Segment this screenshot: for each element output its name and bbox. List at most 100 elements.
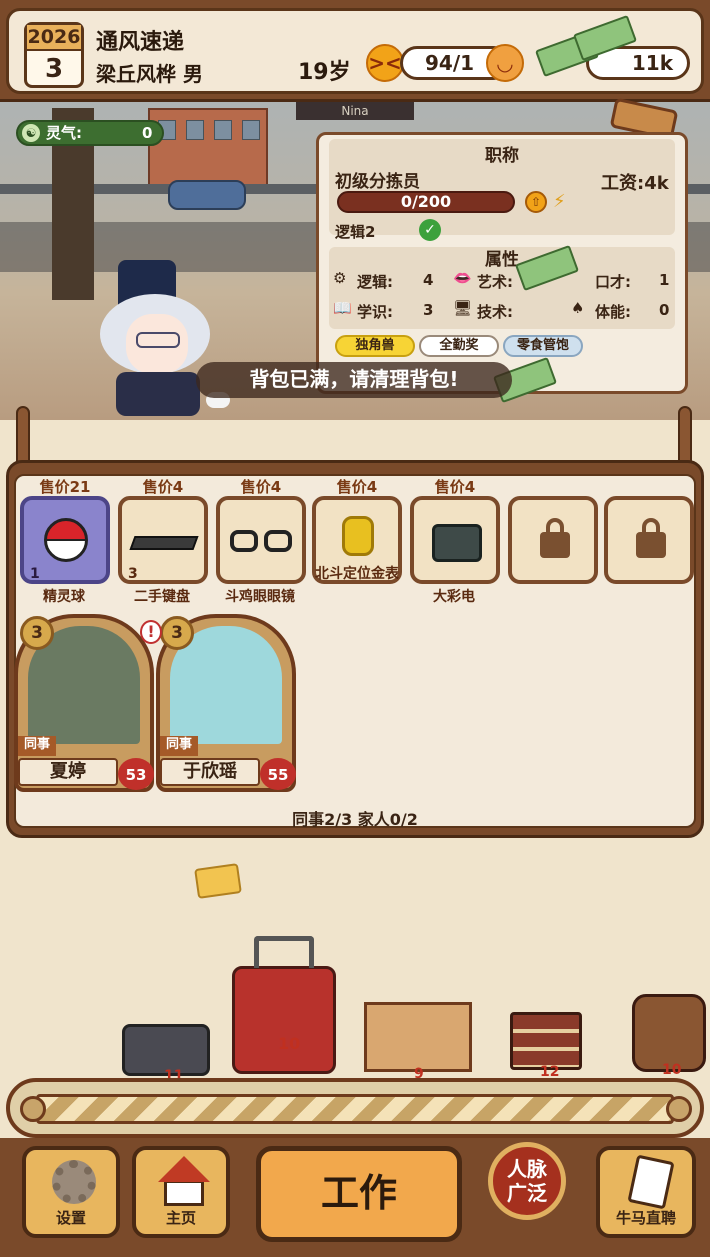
job-section-title: 职称 xyxy=(485,146,519,166)
home-label: 主页 xyxy=(165,1209,196,1227)
job-name: 初级分拣员 xyxy=(335,172,420,192)
attr-art-label: 艺术: xyxy=(477,273,513,291)
inventory-slot-glasses[interactable] xyxy=(216,496,306,584)
inventory-slot-keyboard[interactable]: 3 xyxy=(118,496,208,584)
slot-price: 售价4 xyxy=(434,478,476,496)
heart-icon: 55 xyxy=(260,758,296,790)
clipboard-icon xyxy=(627,1154,675,1210)
slot-price: 售价4 xyxy=(336,478,378,496)
promotion-progress-bar: 0/200 xyxy=(337,191,515,213)
suitcase-handle xyxy=(254,936,314,968)
slot-name: 北斗定位金表 xyxy=(315,566,399,582)
luggage-count: 10 xyxy=(662,1062,682,1078)
glasses-icon xyxy=(136,332,180,348)
mood-value: 94/1 xyxy=(425,51,475,75)
network-label-1: 人脉 xyxy=(507,1157,547,1181)
colleague-level: 3 xyxy=(20,616,54,650)
player-age: 19岁 xyxy=(298,60,351,85)
inventory-slot-locked[interactable] xyxy=(508,496,598,584)
money-value: 11k xyxy=(631,51,673,75)
yin-yang-icon: ☯ xyxy=(22,124,40,142)
window xyxy=(242,120,260,140)
glasses-icon xyxy=(230,530,258,552)
network-label-2: 广泛 xyxy=(507,1181,547,1205)
conveyor-roller xyxy=(666,1096,692,1122)
attr-knowledge-value: 3 xyxy=(423,301,434,319)
gear-icon xyxy=(52,1160,96,1204)
inventory-slot-tv[interactable] xyxy=(410,496,500,584)
books-icon[interactable] xyxy=(510,1012,582,1070)
house-icon xyxy=(164,1180,204,1206)
attr-knowledge-label: 学识: xyxy=(357,303,393,321)
conveyor-roller xyxy=(20,1096,46,1122)
attr-stamina-icon: ♠ xyxy=(571,299,585,317)
colleague-name: 夏婷 xyxy=(18,758,118,786)
slot-price: 售价4 xyxy=(142,478,184,496)
calendar-year: 2026 xyxy=(27,25,81,51)
affinity-value: 53 xyxy=(125,766,147,784)
calendar-month: 3 xyxy=(44,54,64,84)
hire-button[interactable]: 牛马直聘 xyxy=(596,1146,696,1238)
slot-price: 售价4 xyxy=(240,478,282,496)
car xyxy=(168,180,246,210)
affinity-value: 55 xyxy=(267,766,289,784)
slot-name: 大彩电 xyxy=(433,589,475,605)
attr-art-icon: 👄 xyxy=(453,269,472,287)
perk-tag-unicorn[interactable]: 独角兽 xyxy=(335,335,415,357)
perk-tag-snacks[interactable]: 零食管饱 xyxy=(503,335,583,357)
attr-logic-value: 4 xyxy=(423,271,434,289)
folder-icon[interactable] xyxy=(194,863,242,899)
calendar: 2026 3 xyxy=(24,22,84,88)
home-button[interactable]: 主页 xyxy=(132,1146,230,1238)
attr-speech-value: 1 xyxy=(659,271,670,289)
salary: 工资:4k xyxy=(601,173,669,194)
window xyxy=(214,120,232,140)
keyboard-icon xyxy=(129,536,199,550)
work-button[interactable]: 工作 xyxy=(256,1146,462,1242)
slot-name: 二手键盘 xyxy=(134,589,190,605)
lingqi-bar: ☯ 灵气: 0 xyxy=(16,120,164,146)
heart-icon: 53 xyxy=(118,758,154,790)
backpack-full-toast: 背包已满，请清理背包! xyxy=(196,362,512,398)
slot-qty: 1 xyxy=(30,566,40,582)
luggage-count: 10 xyxy=(278,1034,301,1053)
suitcase-icon[interactable] xyxy=(232,966,336,1074)
colleague-tag: 同事 xyxy=(18,736,57,756)
promotion-progress-text: 0/200 xyxy=(400,192,452,211)
lock-shackle xyxy=(546,518,564,536)
player-name: 梁丘风桦 男 xyxy=(96,62,203,86)
cardboard-box-icon[interactable] xyxy=(364,1002,472,1072)
requirement-label: 逻辑2 xyxy=(335,223,376,241)
inventory-slot-pokeball[interactable]: 1 xyxy=(20,496,110,584)
attr-tech-label: 技术: xyxy=(477,303,513,321)
slot-name: 斗鸡眼眼镜 xyxy=(225,589,295,605)
settings-label: 设置 xyxy=(55,1209,86,1227)
glasses-lens xyxy=(264,530,292,552)
attr-speech-label: 口才: xyxy=(595,273,631,291)
lock-shackle xyxy=(642,518,660,536)
slot-name: 精灵球 xyxy=(43,589,85,605)
barrel-icon[interactable] xyxy=(632,994,706,1072)
character-body xyxy=(116,372,200,416)
settings-button[interactable]: 设置 xyxy=(22,1146,120,1238)
alert-icon: ! xyxy=(140,620,162,644)
conveyor-stripes xyxy=(36,1094,674,1124)
lingqi-label: 灵气: xyxy=(46,124,82,142)
hire-label: 牛马直聘 xyxy=(615,1209,676,1227)
mood-face-icon: >< xyxy=(366,44,404,82)
network-button[interactable]: 人脉 广泛 xyxy=(488,1142,566,1220)
tv-icon xyxy=(432,524,482,562)
pokeball-icon xyxy=(44,518,88,562)
job-card[interactable]: 职称 初级分拣员 工资:4k 0/200 ⇧ ⚡ 逻辑2 ✓ 属性 ⚙ 逻辑: … xyxy=(316,132,688,394)
attr-stamina-value: 0 xyxy=(659,301,670,319)
perk-tag-attendance[interactable]: 全勤奖 xyxy=(419,335,499,357)
attr-logic-icon: ⚙ xyxy=(333,269,347,287)
attr-stamina-label: 体能: xyxy=(595,303,631,321)
check-icon: ✓ xyxy=(419,219,441,241)
house-roof xyxy=(158,1156,210,1182)
promote-arrow-icon[interactable]: ⇧ xyxy=(525,191,547,213)
attr-knowledge-icon: 📖 xyxy=(333,299,352,317)
attr-tech-icon: 🖥 xyxy=(453,299,473,317)
lightning-icon: ⚡ xyxy=(553,191,566,212)
inventory-slot-locked[interactable] xyxy=(604,496,694,584)
